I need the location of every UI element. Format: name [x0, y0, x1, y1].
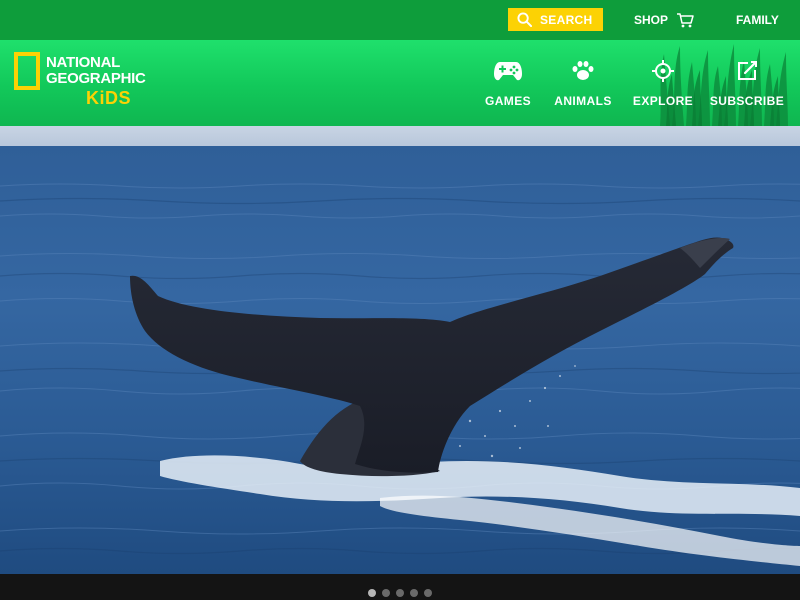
family-link[interactable]: FAMILY — [736, 11, 779, 29]
nav-subscribe-label: SUBSCRIBE — [709, 94, 785, 108]
search-button[interactable]: SEARCH — [508, 8, 603, 31]
carousel-dot-2[interactable] — [382, 589, 390, 597]
cart-icon — [677, 13, 694, 28]
nav-explore-label: EXPLORE — [632, 94, 694, 108]
natgeo-kids-logo[interactable]: NATIONAL GEOGRAPHIC KiDS — [14, 52, 154, 112]
main-nav: NATIONAL GEOGRAPHIC KiDS GAMES ANIMALS E… — [0, 40, 800, 126]
nav-animals[interactable]: ANIMALS — [552, 58, 614, 108]
shop-link[interactable]: SHOP — [634, 11, 694, 29]
top-bar: SEARCH SHOP FAMILY — [0, 0, 800, 40]
carousel-dot-1[interactable] — [368, 589, 376, 597]
nav-games-label: GAMES — [485, 94, 532, 108]
logo-text-kids: KiDS — [86, 88, 132, 108]
carousel-dot-3[interactable] — [396, 589, 404, 597]
gamepad-icon — [494, 62, 522, 81]
hero-slide[interactable] — [0, 126, 800, 574]
logo-text-geographic: GEOGRAPHIC — [46, 70, 146, 87]
search-icon — [517, 12, 532, 27]
nav-animals-label: ANIMALS — [554, 94, 612, 108]
shop-label: SHOP — [634, 13, 669, 27]
carousel-dot-5[interactable] — [424, 589, 432, 597]
logo-yellow-frame — [14, 52, 40, 90]
carousel-indicators — [0, 574, 800, 600]
search-label: SEARCH — [540, 12, 593, 27]
target-icon — [652, 60, 674, 82]
whale-tail-photo — [0, 126, 800, 574]
logo-text-national: NATIONAL — [46, 54, 120, 71]
edit-icon — [738, 61, 757, 80]
paw-icon — [572, 61, 594, 80]
nav-subscribe[interactable]: SUBSCRIBE — [709, 58, 785, 108]
carousel-dot-4[interactable] — [410, 589, 418, 597]
family-label: FAMILY — [736, 13, 779, 27]
nav-games[interactable]: GAMES — [485, 58, 531, 108]
nav-explore[interactable]: EXPLORE — [632, 58, 694, 108]
